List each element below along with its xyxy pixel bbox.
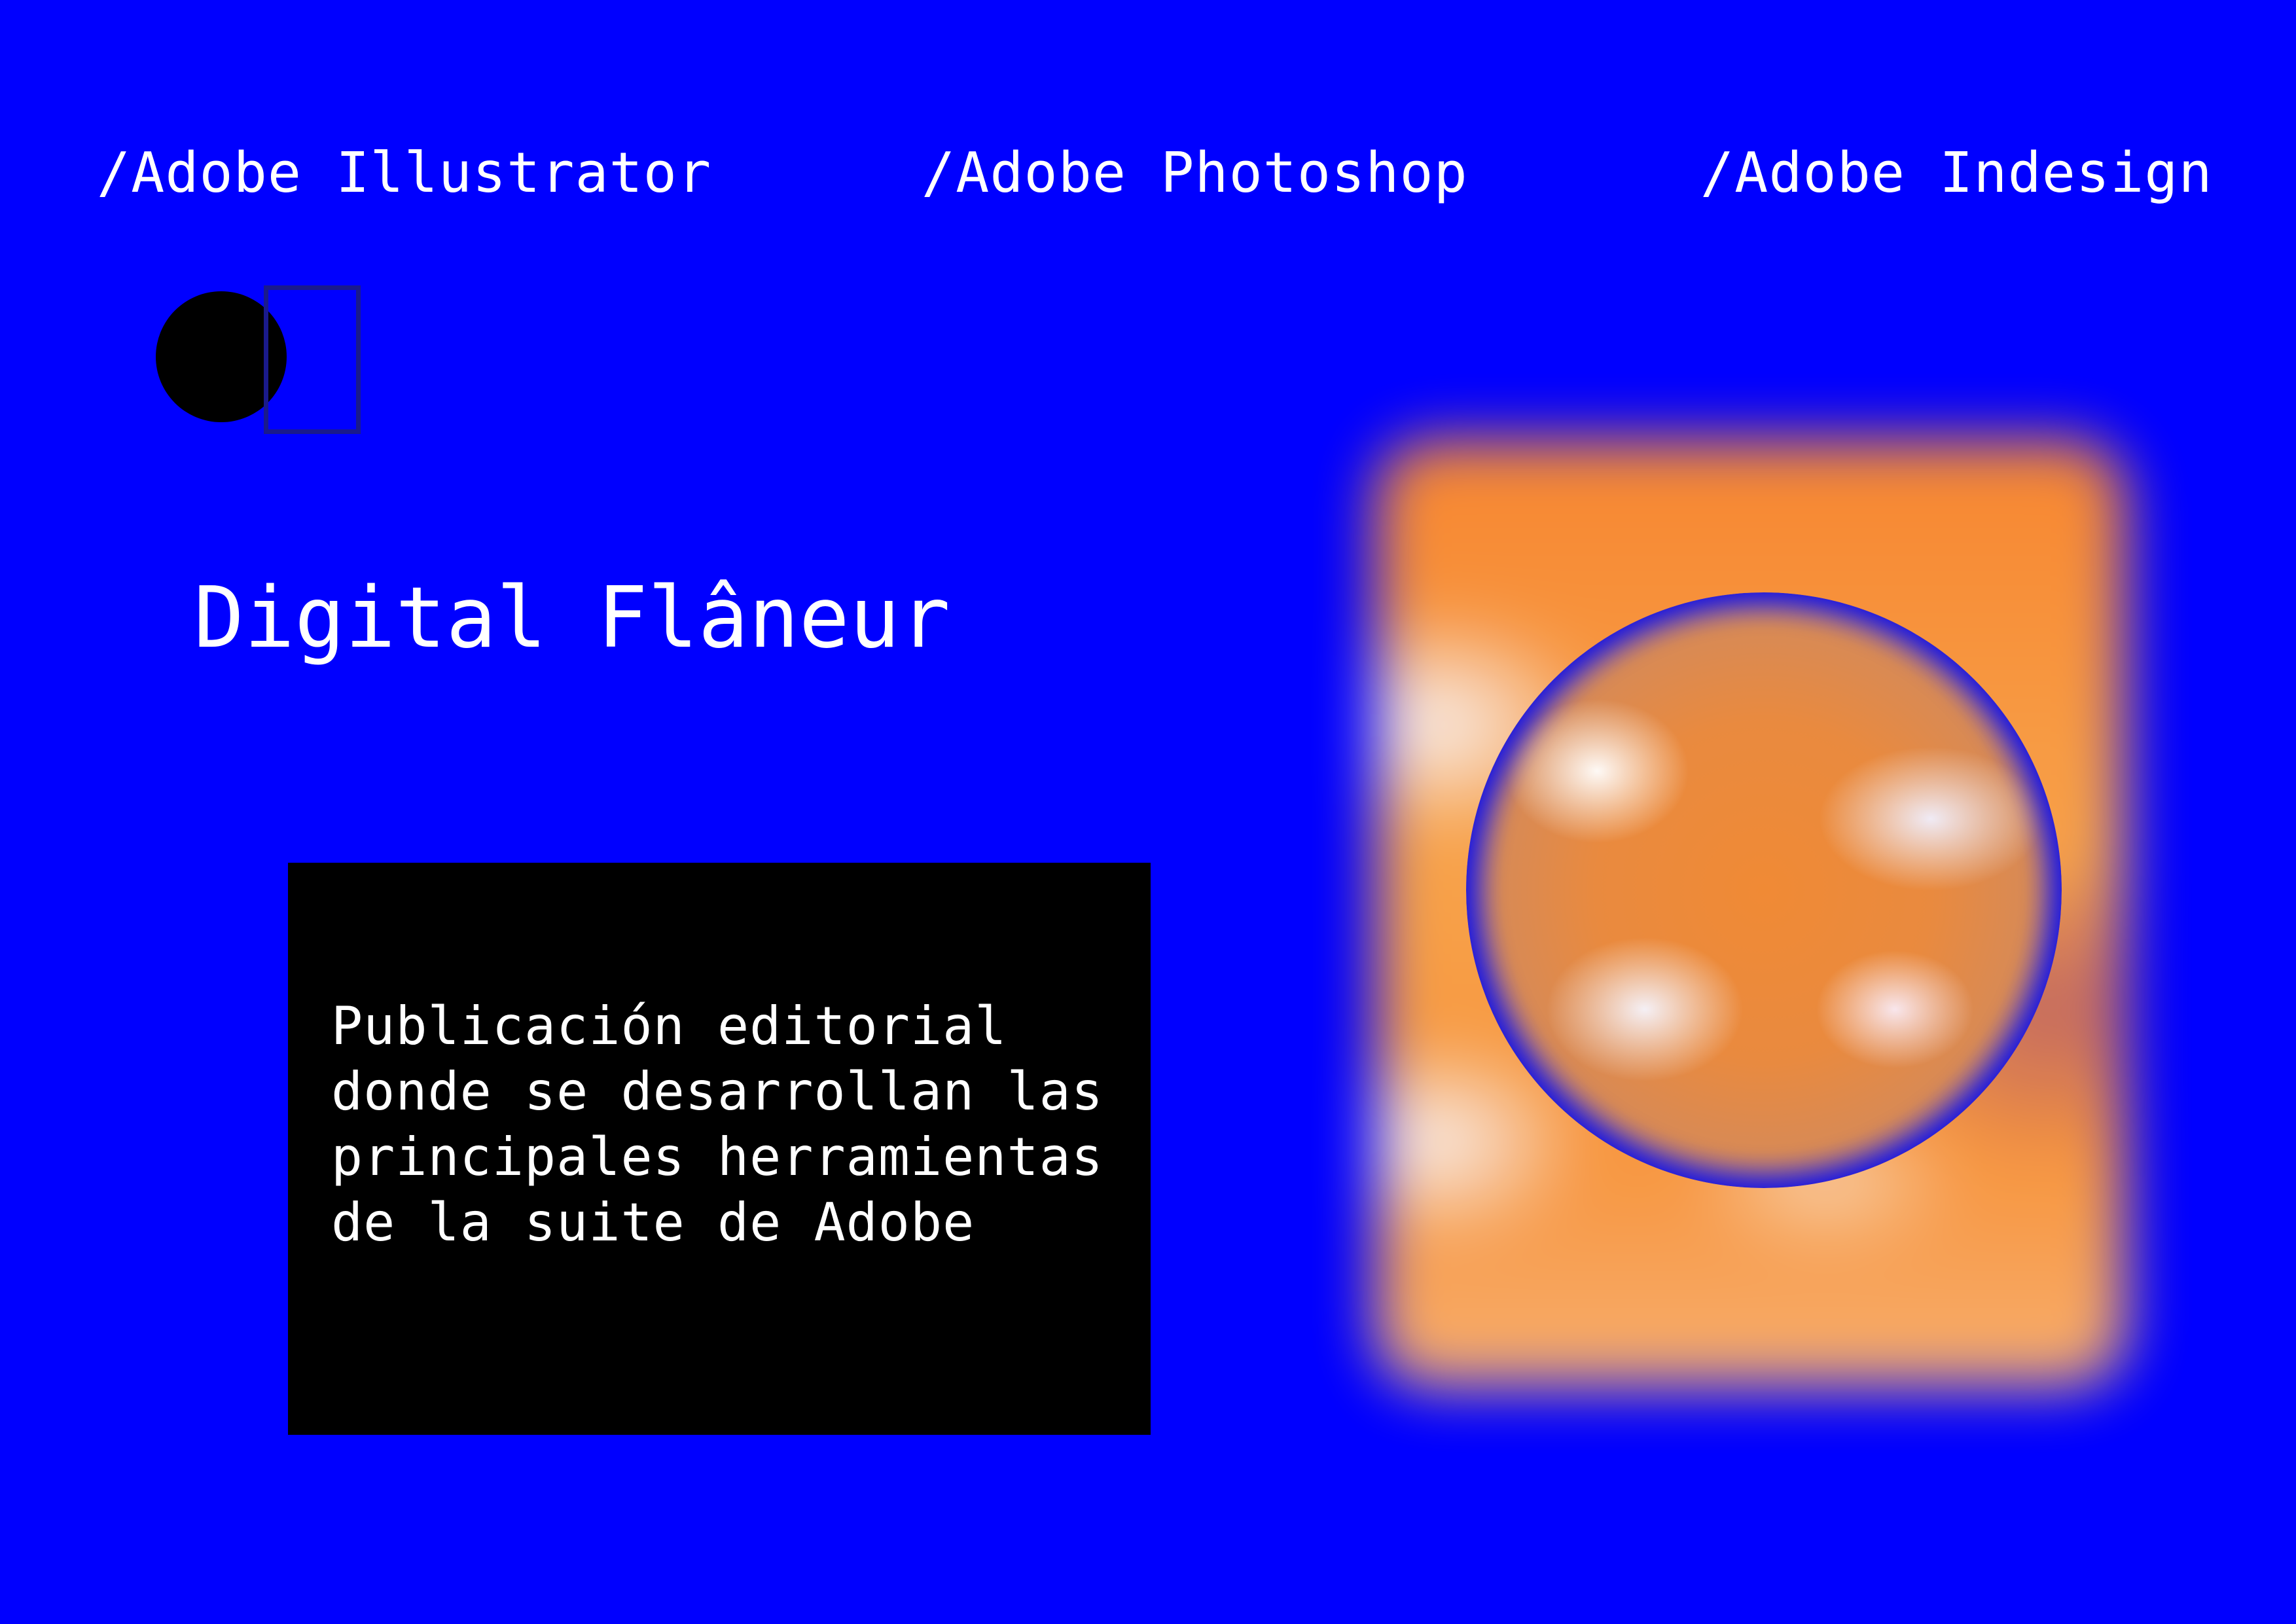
- nav-photoshop: /Adobe Photoshop: [922, 141, 1468, 206]
- nav-illustrator: /Adobe Illustrator: [97, 141, 712, 206]
- page-title: Digital Flâneur: [194, 569, 950, 667]
- description-box: Publicación editorial donde se desarroll…: [288, 863, 1151, 1435]
- nav-indesign: /Adobe Indesign: [1700, 141, 2213, 206]
- gradient-sphere: [1466, 592, 2062, 1188]
- cover-artwork: [1283, 340, 2212, 1453]
- logo-rectangle-icon: [264, 285, 361, 434]
- description-text: Publicación editorial donde se desarroll…: [331, 996, 1103, 1253]
